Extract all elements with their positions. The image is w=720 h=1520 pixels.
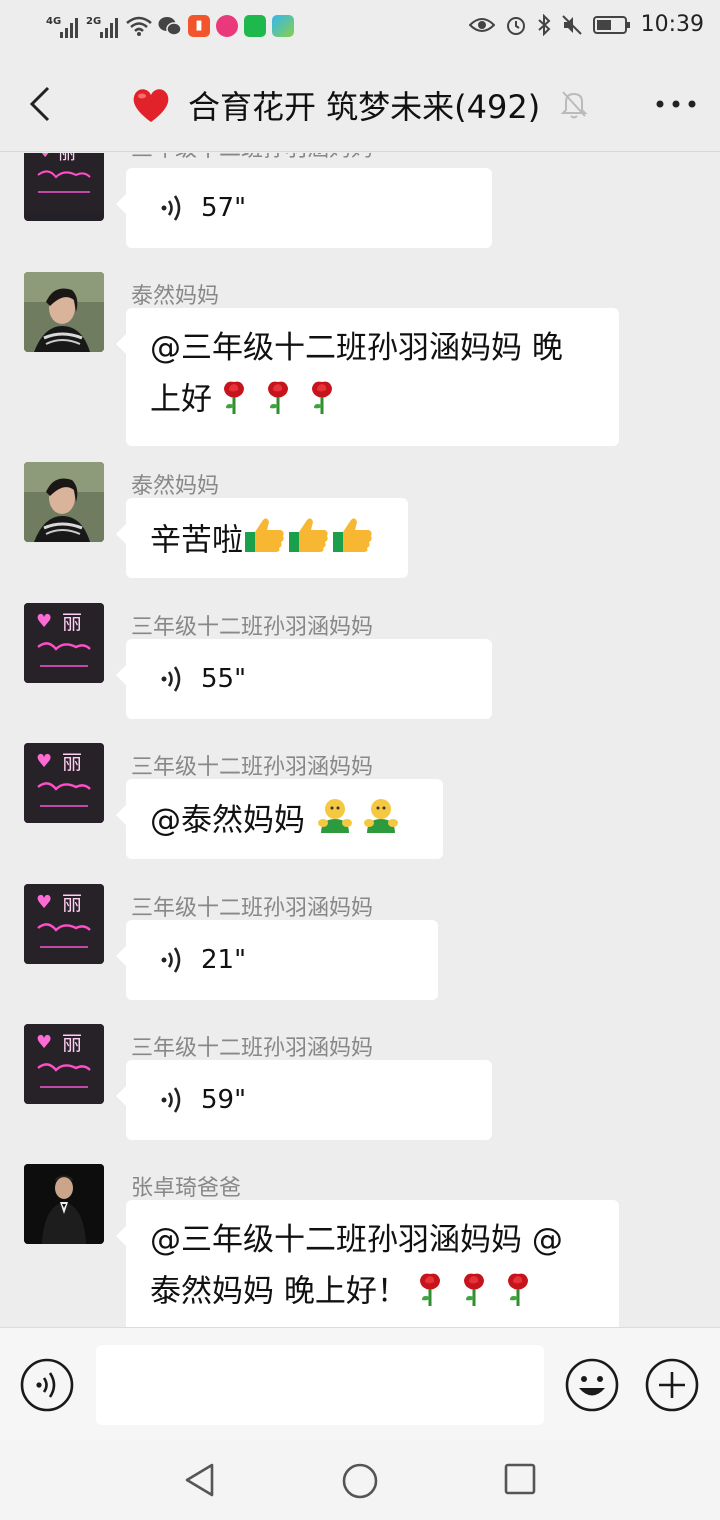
sender-name: 三年级十二班孙羽涵妈妈: [131, 896, 374, 921]
sender-name: 泰然妈妈: [131, 284, 220, 309]
rose-emoji: [408, 1264, 540, 1322]
voice-wave-icon: [161, 195, 181, 221]
svg-text:♥: ♥: [38, 153, 52, 161]
avatar[interactable]: [24, 462, 104, 542]
svg-text:丽: 丽: [62, 610, 82, 634]
chat-message-list[interactable]: ♥ 丽 三年级十二班孙羽涵妈妈 57": [0, 153, 720, 1327]
chevron-left-icon: [29, 86, 50, 122]
mute-bell-icon: [560, 91, 588, 119]
status-bar: 4G 2G ▮ 10:39: [0, 0, 720, 56]
avatar[interactable]: ♥ 丽: [24, 743, 104, 823]
voice-wave-icon: [161, 947, 181, 973]
nav-home-button[interactable]: [341, 1462, 379, 1500]
svg-text:♥: ♥: [36, 611, 52, 632]
sender-name: 泰然妈妈: [131, 474, 220, 499]
text-message-bubble[interactable]: 辛苦啦: [116, 498, 408, 578]
voice-message-bubble[interactable]: 57": [116, 168, 492, 248]
svg-text:♥: ♥: [36, 1032, 52, 1053]
alarm-icon: [506, 16, 525, 35]
signal-4g-icon: 4G: [46, 16, 78, 38]
sender-name: 三年级十二班孙羽涵妈妈: [131, 755, 374, 780]
voice-message-bubble[interactable]: 55": [116, 639, 492, 719]
voice-input-button[interactable]: [20, 1358, 74, 1412]
voice-message-bubble[interactable]: 59": [116, 1060, 492, 1140]
voice-wave-icon: [161, 666, 181, 692]
emoji-button[interactable]: [564, 1357, 620, 1413]
svg-text:丽: 丽: [62, 1031, 82, 1055]
avatar[interactable]: ♥ 丽: [24, 153, 104, 221]
sender-name: 三年级十二班孙羽涵妈妈: [131, 1036, 374, 1061]
podcast-app-icon: [216, 15, 238, 37]
plus-button[interactable]: [644, 1357, 700, 1413]
status-right: 10:39: [468, 12, 704, 37]
status-left: 4G 2G ▮: [46, 12, 294, 40]
voice-duration: 55": [201, 664, 247, 694]
avatar[interactable]: ♥ 丽: [24, 1024, 104, 1104]
thumbs-up-emoji: [243, 514, 375, 570]
svg-text:丽: 丽: [58, 153, 76, 164]
voice-wave-icon: [161, 1087, 181, 1113]
avatar[interactable]: [24, 272, 104, 352]
message-text: 辛苦啦: [150, 522, 243, 559]
listen-app-icon: ▮: [188, 15, 210, 37]
message-text-line-2: 上好: [150, 372, 595, 430]
voice-duration: 57": [201, 193, 247, 223]
sender-name: 三年级十二班孙羽涵妈妈: [131, 615, 374, 640]
text-message-bubble[interactable]: @三年级十二班孙羽涵妈妈 晚 上好: [116, 308, 619, 446]
sender-name: 三年级十二班孙羽涵妈妈: [131, 153, 373, 163]
avatar[interactable]: ♥ 丽: [24, 603, 104, 683]
avatar[interactable]: ♥ 丽: [24, 884, 104, 964]
wechat-icon: [158, 17, 182, 36]
rose-emoji: [212, 372, 344, 430]
eye-icon: [468, 17, 495, 32]
nav-back-button[interactable]: [182, 1462, 218, 1498]
message-text-line: @三年级十二班孙羽涵妈妈 晚: [150, 330, 563, 366]
message-input[interactable]: [96, 1345, 544, 1425]
battery-icon: [592, 15, 630, 34]
text-message-bubble[interactable]: @泰然妈妈: [116, 779, 443, 859]
avatar[interactable]: [24, 1164, 104, 1244]
voice-duration: 59": [201, 1085, 247, 1115]
chat-title: 合育花开 筑梦未来(492): [188, 88, 541, 126]
text-message-bubble[interactable]: @三年级十二班孙羽涵妈妈 @ 泰然妈妈 晚上好！: [116, 1200, 619, 1327]
nav-recents-button[interactable]: [503, 1462, 537, 1496]
status-time: 10:39: [640, 12, 704, 37]
message-text-line-2: 泰然妈妈 晚上好！: [150, 1264, 595, 1322]
video-app-icon: [272, 15, 294, 37]
svg-text:丽: 丽: [62, 891, 82, 915]
mute-icon: [561, 14, 582, 35]
svg-text:♥: ♥: [36, 751, 52, 772]
svg-text:♥: ♥: [36, 892, 52, 913]
voice-duration: 21": [201, 945, 247, 975]
input-bar: [0, 1327, 720, 1440]
bluetooth-icon: [537, 13, 551, 36]
voice-message-bubble[interactable]: 21": [116, 920, 438, 1000]
wifi-icon: [126, 16, 152, 36]
more-button[interactable]: [652, 86, 700, 122]
message-text-line: @三年级十二班孙羽涵妈妈 @: [150, 1222, 563, 1258]
chat-header: 合育花开 筑梦未来(492): [0, 56, 720, 152]
system-nav-bar: [0, 1440, 720, 1520]
message-text: @泰然妈妈: [150, 802, 315, 839]
back-button[interactable]: [22, 84, 62, 124]
hug-emoji: [315, 795, 407, 849]
heart-icon: [133, 89, 169, 122]
sender-name: 张卓琦爸爸: [131, 1176, 242, 1201]
signal-2-label: 2G: [86, 16, 101, 27]
signal-2g-icon: 2G: [86, 16, 118, 38]
iqiyi-app-icon: [244, 15, 266, 37]
svg-text:丽: 丽: [62, 750, 82, 774]
signal-1-label: 4G: [46, 16, 61, 27]
